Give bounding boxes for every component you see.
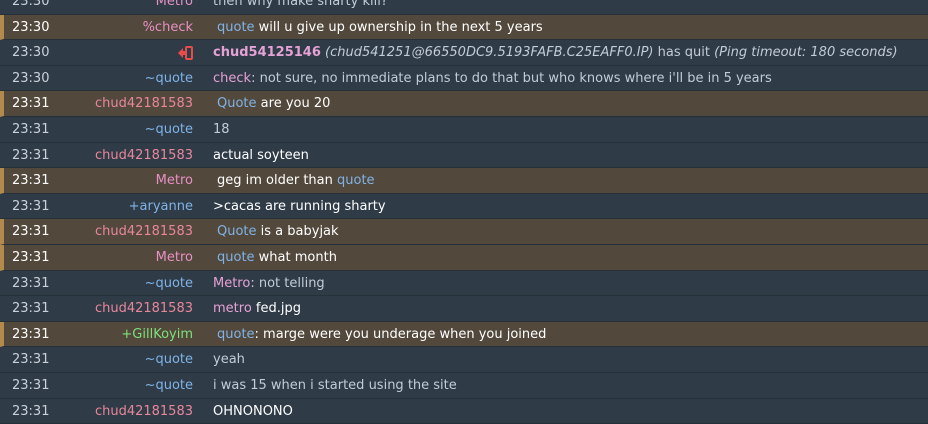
nick-label[interactable]: +GillKoyim — [121, 322, 193, 348]
chat-message-row: 23:31 chud42181583 Quote are you 20 — [0, 91, 928, 117]
quit-icon — [177, 40, 193, 66]
message-timestamp: 23:31 — [12, 245, 49, 271]
chat-message-row: 23:31 ~quote yeah — [0, 347, 928, 373]
nick-label[interactable]: ~quote — [145, 373, 193, 399]
message-text: actual soyteen — [213, 143, 309, 169]
mention-link[interactable]: check — [213, 71, 251, 86]
chat-message-row: 23:31 chud42181583 metro fed.jpg — [0, 296, 928, 322]
quit-text: has quit — [654, 45, 710, 60]
chat-message-row: 23:31 chud42181583 OHNONONO — [0, 399, 928, 424]
message-text: check: not sure, no immediate plans to d… — [213, 66, 772, 92]
message-fragment: is a babyjak — [257, 224, 339, 239]
message-text: OHNONONO — [213, 399, 293, 424]
chat-message-row: 23:31 chud42181583 actual soyteen — [0, 143, 928, 169]
message-timestamp: 23:31 — [12, 296, 49, 322]
quit-reason: (Ping timeout: 180 seconds) — [710, 45, 898, 60]
message-timestamp: 23:30 — [12, 0, 49, 15]
message-timestamp: 23:31 — [12, 219, 49, 245]
chat-message-row: 23:31 ~quote i was 15 when i started using… — [0, 373, 928, 399]
mention-link[interactable]: Quote — [217, 96, 257, 111]
nick-label[interactable]: Metro — [156, 0, 193, 15]
message-text: Metro: not telling — [213, 271, 325, 297]
mention-link[interactable]: metro — [213, 301, 252, 316]
nick-label[interactable]: ~quote — [145, 66, 193, 92]
quit-nick[interactable]: chud54125146 — [213, 45, 321, 60]
message-text: Quote are you 20 — [217, 91, 330, 117]
mention-link[interactable]: quote — [337, 173, 375, 188]
message-fragment: then why make sharty kill? — [213, 0, 388, 9]
message-text: chud54125146 (chud541251@66550DC9.5193FA… — [213, 40, 898, 66]
message-timestamp: 23:31 — [12, 271, 49, 297]
message-timestamp: 23:30 — [12, 66, 49, 92]
mention-link[interactable]: Quote — [217, 224, 257, 239]
mention-link[interactable]: quote — [217, 250, 255, 265]
nick-label[interactable]: ~quote — [145, 117, 193, 143]
message-timestamp: 23:31 — [12, 168, 49, 194]
message-timestamp: 23:31 — [12, 322, 49, 348]
chat-log: 23:30Metrothen why make sharty kill?23:3… — [0, 0, 928, 424]
chat-message-row: 23:31 ~quote Metro: not telling — [0, 271, 928, 297]
message-text: i was 15 when i started using the site — [213, 373, 457, 399]
nick-label[interactable]: chud42181583 — [95, 296, 193, 322]
message-timestamp: 23:31 — [12, 347, 49, 373]
nick-label[interactable]: %check — [143, 15, 193, 41]
message-fragment: 18 — [213, 122, 230, 137]
nick-label[interactable]: Metro — [156, 245, 193, 271]
mention-link[interactable]: quote — [217, 20, 255, 35]
message-timestamp: 23:30 — [12, 15, 49, 41]
chat-message-row: 23:30 chud54125146 (chud541251@66550DC9.5… — [0, 40, 928, 66]
chat-message-row: 23:31 Metro geg im older than quote — [0, 168, 928, 194]
message-text: then why make sharty kill? — [213, 0, 388, 15]
chat-message-row: 23:31 +GillKoyim quote: marge were you und… — [0, 322, 928, 348]
message-text: 18 — [213, 117, 230, 143]
nick-label[interactable]: ~quote — [145, 271, 193, 297]
message-fragment: geg im older than — [217, 173, 337, 188]
chat-message-row: 23:31 chud42181583 Quote is a babyjak — [0, 219, 928, 245]
message-fragment: i was 15 when i started using the site — [213, 378, 457, 393]
message-timestamp: 23:31 — [12, 143, 49, 169]
nick-label[interactable]: chud42181583 — [95, 143, 193, 169]
nick-label[interactable]: ~quote — [145, 347, 193, 373]
message-text: quote: marge were you underage when you … — [217, 322, 546, 348]
nick-label[interactable]: chud42181583 — [95, 399, 193, 424]
message-text: geg im older than quote — [217, 168, 375, 194]
message-fragment: : marge were you underage when you joine… — [255, 327, 547, 342]
chat-message-row: 23:30 %check quote will u give up ownershi… — [0, 15, 928, 41]
message-fragment: actual soyteen — [213, 148, 309, 163]
message-fragment: OHNONONO — [213, 404, 293, 419]
message-timestamp: 23:30 — [12, 40, 49, 66]
chat-message-row: 23:31 Metro quote what month — [0, 245, 928, 271]
message-fragment: >cacas are running sharty — [213, 199, 386, 214]
message-text: metro fed.jpg — [213, 296, 301, 322]
message-timestamp: 23:31 — [12, 373, 49, 399]
message-fragment: fed.jpg — [252, 301, 301, 316]
nick-label[interactable]: Metro — [156, 168, 193, 194]
message-timestamp: 23:31 — [12, 399, 49, 424]
chat-message-row: 23:31 +aryanne >cacas are running sharty — [0, 194, 928, 220]
message-fragment: yeah — [213, 352, 245, 367]
chat-message-row: 23:30 ~quote check: not sure, no immediate… — [0, 66, 928, 92]
message-fragment: : not sure, no immediate plans to do tha… — [251, 71, 772, 86]
message-timestamp: 23:31 — [12, 91, 49, 117]
message-text: quote will u give up ownership in the ne… — [217, 15, 543, 41]
message-text: >cacas are running sharty — [213, 194, 386, 220]
chat-message-row: 23:30 Metro then why make sharty kill? — [0, 0, 928, 15]
message-timestamp: 23:31 — [12, 117, 49, 143]
message-text: quote what month — [217, 245, 337, 271]
message-fragment: what month — [255, 250, 337, 265]
mention-link[interactable]: quote — [217, 327, 255, 342]
mention-link[interactable]: Metro — [213, 276, 250, 291]
nick-label[interactable]: chud42181583 — [95, 219, 193, 245]
message-fragment: will u give up ownership in the next 5 y… — [255, 20, 543, 35]
chat-message-row: 23:31 ~quote 18 — [0, 117, 928, 143]
message-text: yeah — [213, 347, 245, 373]
message-fragment: : not telling — [250, 276, 324, 291]
message-fragment: are you 20 — [257, 96, 331, 111]
message-text: Quote is a babyjak — [217, 219, 339, 245]
nick-label[interactable]: +aryanne — [129, 194, 193, 220]
message-timestamp: 23:31 — [12, 194, 49, 220]
quit-host: (chud541251@66550DC9.5193FAFB.C25EAFF0.I… — [321, 45, 654, 60]
nick-label[interactable]: chud42181583 — [95, 91, 193, 117]
